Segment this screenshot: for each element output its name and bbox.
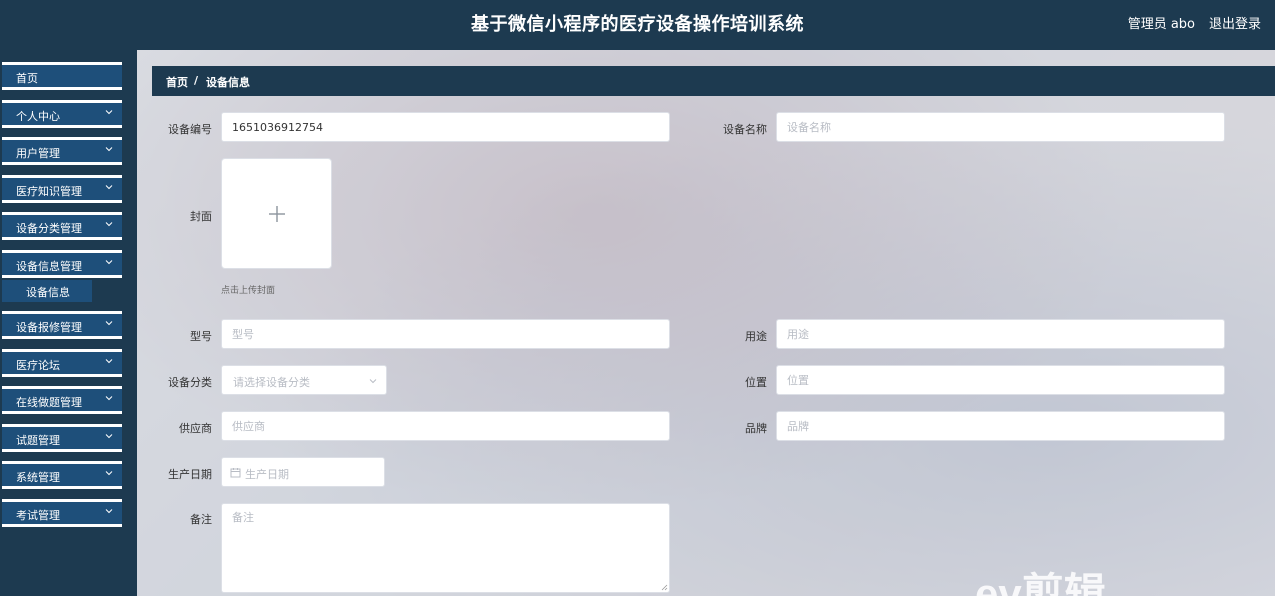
supplier-label: 供应商 bbox=[179, 422, 212, 435]
sidebar-subitem-label: 设备信息 bbox=[26, 286, 70, 299]
chevron-down-icon bbox=[105, 147, 113, 152]
location-label: 位置 bbox=[745, 376, 767, 389]
logout-button[interactable]: 退出登录 bbox=[1209, 13, 1261, 32]
breadcrumb-current: 设备信息 bbox=[206, 76, 250, 89]
sidebar-item-device-category[interactable]: 设备分类管理 bbox=[2, 212, 122, 240]
calendar-icon bbox=[230, 468, 241, 478]
brand-label: 品牌 bbox=[745, 422, 767, 435]
production-date-picker[interactable]: 生产日期 bbox=[221, 457, 385, 487]
chevron-down-icon bbox=[105, 260, 113, 265]
device-name-input[interactable] bbox=[776, 112, 1225, 142]
sidebar-item-label: 设备信息管理 bbox=[16, 260, 82, 273]
sidebar-item-medical-knowledge[interactable]: 医疗知识管理 bbox=[2, 175, 122, 203]
sidebar-item-label: 设备分类管理 bbox=[16, 222, 82, 235]
sidebar-item-personal-center[interactable]: 个人中心 bbox=[2, 100, 122, 128]
device-name-label: 设备名称 bbox=[723, 123, 767, 136]
sidebar-item-label: 个人中心 bbox=[16, 110, 60, 123]
cover-label: 封面 bbox=[190, 210, 212, 223]
breadcrumb-home[interactable]: 首页 bbox=[166, 74, 188, 90]
sidebar-item-label: 首页 bbox=[16, 72, 38, 85]
chevron-down-icon bbox=[105, 434, 113, 439]
device-no-input[interactable] bbox=[221, 112, 670, 142]
usage-label: 用途 bbox=[745, 330, 767, 343]
current-user: 管理员 abo bbox=[1127, 17, 1195, 32]
sidebar-item-online-practice[interactable]: 在线做题管理 bbox=[2, 386, 122, 414]
usage-input[interactable] bbox=[776, 319, 1225, 349]
chevron-down-icon bbox=[105, 222, 113, 227]
cover-upload[interactable] bbox=[221, 158, 332, 269]
plus-icon bbox=[269, 206, 285, 222]
chevron-down-icon bbox=[105, 509, 113, 514]
sidebar-item-device-repair[interactable]: 设备报修管理 bbox=[2, 311, 122, 339]
remark-label: 备注 bbox=[190, 513, 212, 526]
sidebar-item-system-management[interactable]: 系统管理 bbox=[2, 461, 122, 489]
sidebar-subitem-device-info[interactable]: 设备信息 bbox=[2, 280, 92, 302]
breadcrumb: 首页 / 设备信息 bbox=[152, 66, 1275, 96]
sidebar-item-label: 在线做题管理 bbox=[16, 396, 82, 409]
sidebar-item-label: 用户管理 bbox=[16, 147, 60, 160]
chevron-down-icon bbox=[105, 321, 113, 326]
breadcrumb-separator: / bbox=[194, 74, 199, 87]
model-label: 型号 bbox=[190, 330, 212, 343]
brand-input[interactable] bbox=[776, 411, 1225, 441]
chevron-down-icon bbox=[105, 396, 113, 401]
top-header: 基于微信小程序的医疗设备操作培训系统 管理员 abo 退出登录 bbox=[0, 0, 1275, 50]
sidebar-item-label: 系统管理 bbox=[16, 471, 60, 484]
chevron-down-icon bbox=[105, 185, 113, 190]
app-title: 基于微信小程序的医疗设备操作培训系统 bbox=[471, 14, 804, 35]
sidebar-item-user-management[interactable]: 用户管理 bbox=[2, 137, 122, 165]
chevron-down-icon bbox=[105, 110, 113, 115]
sidebar: 首页 个人中心 用户管理 医疗知识管理 设备分类管理 设备信息管理 设备信息 设… bbox=[0, 50, 137, 596]
sidebar-item-medical-forum[interactable]: 医疗论坛 bbox=[2, 349, 122, 377]
sidebar-item-label: 医疗知识管理 bbox=[16, 185, 82, 198]
chevron-down-icon bbox=[369, 379, 377, 384]
sidebar-item-label: 考试管理 bbox=[16, 509, 60, 522]
sidebar-item-device-info-management[interactable]: 设备信息管理 bbox=[2, 250, 122, 278]
resize-grip-icon[interactable] bbox=[661, 584, 668, 591]
model-input[interactable] bbox=[221, 319, 670, 349]
chevron-down-icon bbox=[105, 471, 113, 476]
cover-upload-tip: 点击上传封面 bbox=[221, 286, 276, 296]
sidebar-item-question-management[interactable]: 试题管理 bbox=[2, 424, 122, 452]
sidebar-item-home[interactable]: 首页 bbox=[2, 62, 122, 90]
category-label: 设备分类 bbox=[168, 376, 212, 389]
device-no-label: 设备编号 bbox=[168, 123, 212, 136]
category-select-placeholder: 请选择设备分类 bbox=[233, 376, 310, 389]
production-date-placeholder: 生产日期 bbox=[245, 468, 289, 481]
main-content: 首页 / 设备信息 设备编号 设备名称 封面 点击上传封面 型号 用途 设备分类… bbox=[137, 50, 1275, 596]
sidebar-item-label: 设备报修管理 bbox=[16, 321, 82, 334]
location-input[interactable] bbox=[776, 365, 1225, 395]
watermark-logo: ev剪辑 bbox=[975, 570, 1106, 596]
supplier-input[interactable] bbox=[221, 411, 670, 441]
remark-textarea[interactable] bbox=[221, 503, 670, 593]
sidebar-item-exam-management[interactable]: 考试管理 bbox=[2, 499, 122, 527]
chevron-down-icon bbox=[105, 359, 113, 364]
category-select[interactable]: 请选择设备分类 bbox=[221, 365, 387, 395]
sidebar-item-label: 试题管理 bbox=[16, 434, 60, 447]
production-date-label: 生产日期 bbox=[168, 468, 212, 481]
sidebar-item-label: 医疗论坛 bbox=[16, 359, 60, 372]
